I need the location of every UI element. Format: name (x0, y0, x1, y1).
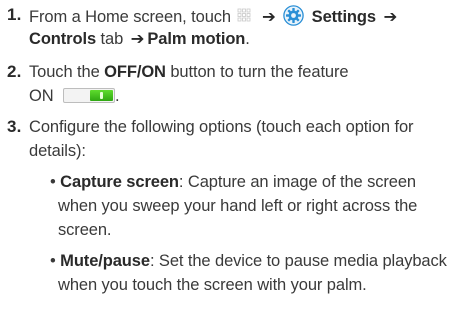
settings-gear-icon (283, 5, 304, 26)
step-2-text-post: button to turn the feature (165, 63, 349, 81)
apps-grid-icon (237, 8, 254, 23)
step-3-line-1: Configure the following options (touch e… (29, 117, 414, 137)
step-1-line-1: From a Home screen, touch ➔ Settings ➔ (29, 5, 400, 27)
capture-screen-desc-2: when you sweep your hand left or right a… (58, 197, 418, 215)
step-2-text-pre: Touch the (29, 63, 105, 81)
period: . (115, 87, 120, 105)
instruction-page: 1. From a Home screen, touch ➔ Settings … (0, 0, 469, 328)
arrow-icon: ➔ (383, 8, 398, 26)
capture-screen-desc-3: screen. (58, 221, 112, 239)
off-on-toggle-icon (63, 88, 116, 103)
capture-screen-term: Capture screen (60, 173, 179, 191)
period: . (245, 30, 250, 48)
mute-pause-desc-2: when you touch the screen with your palm… (58, 276, 367, 294)
step-number: 1. (7, 5, 22, 24)
mute-pause-desc-1: : Set the device to pause media playback (149, 252, 447, 270)
toggle-knob-grip (100, 92, 104, 99)
capture-screen-desc-1: : Capture an image of the screen (178, 173, 417, 191)
off-on-label: OFF/ON (104, 63, 166, 81)
option-capture-screen: • Capture screen: Capture an image of th… (50, 172, 416, 192)
step-number: 3. (7, 117, 22, 136)
bullet-marker: • (50, 173, 56, 191)
step-1-line-2: Controls tab ➔ Palm motion. (29, 29, 250, 49)
step-number: 2. (7, 62, 22, 81)
step-1-text: From a Home screen, touch (29, 8, 231, 26)
arrow-icon: ➔ (261, 8, 276, 26)
step-3-line-2: details): (29, 141, 86, 161)
toggle-knob (90, 90, 114, 101)
bullet-marker: • (50, 252, 56, 270)
mute-pause-term: Mute/pause (60, 252, 150, 270)
option-mute-pause: • Mute/pause: Set the device to pause me… (50, 251, 447, 271)
settings-label: Settings (311, 8, 376, 26)
tab-word: tab (100, 30, 124, 48)
step-2-line-1: Touch the OFF/ON button to turn the feat… (29, 62, 349, 82)
on-word: ON (29, 87, 54, 105)
palm-motion-label: Palm motion (147, 30, 246, 48)
controls-label: Controls (29, 30, 97, 48)
arrow-icon: ➔ (130, 30, 145, 48)
step-2-line-2: ON . (29, 86, 120, 106)
step-3-text-1: Configure the following options (touch e… (29, 118, 414, 136)
step-3-text-2: details): (29, 142, 86, 160)
